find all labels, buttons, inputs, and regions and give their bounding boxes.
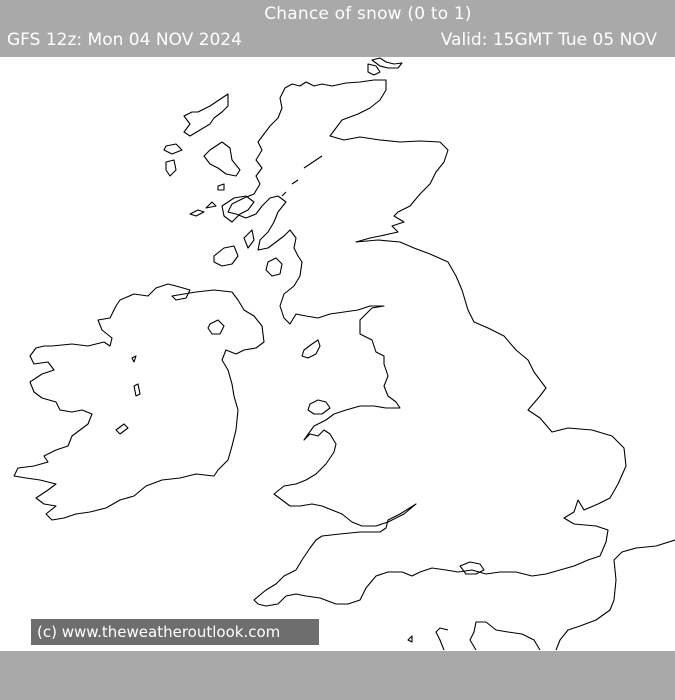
coastline-ireland (13, 283, 265, 521)
map-header: Chance of snow (0 to 1) GFS 12z: Mon 04 … (0, 0, 675, 57)
coastline-isle-of-man (301, 339, 321, 359)
map-title: Chance of snow (0 to 1) (264, 4, 472, 24)
model-run-label: GFS 12z: Mon 04 NOV 2024 (7, 30, 242, 50)
coastline-lough-neagh (207, 319, 225, 335)
coastline-great-britain (227, 79, 627, 607)
coastline-isle-of-wight (459, 561, 485, 575)
coastline-outer-hebrides (163, 93, 229, 177)
coastline-orkney (367, 57, 403, 76)
coastline-great-glen (281, 155, 323, 197)
coastline-inner-hebrides (189, 183, 255, 223)
coastline-islay-jura (213, 229, 283, 277)
copyright-badge: (c) www.theweatheroutlook.com (31, 619, 319, 645)
coastline-anglesey (307, 399, 331, 415)
coastline-france (407, 539, 675, 651)
coastline-skye (203, 141, 241, 177)
coastline-map (13, 57, 675, 651)
valid-time-label: Valid: 15GMT Tue 05 NOV (440, 30, 657, 50)
map-footer (0, 651, 675, 700)
coastline-irish-loughs (115, 355, 141, 435)
weather-map (0, 57, 675, 651)
